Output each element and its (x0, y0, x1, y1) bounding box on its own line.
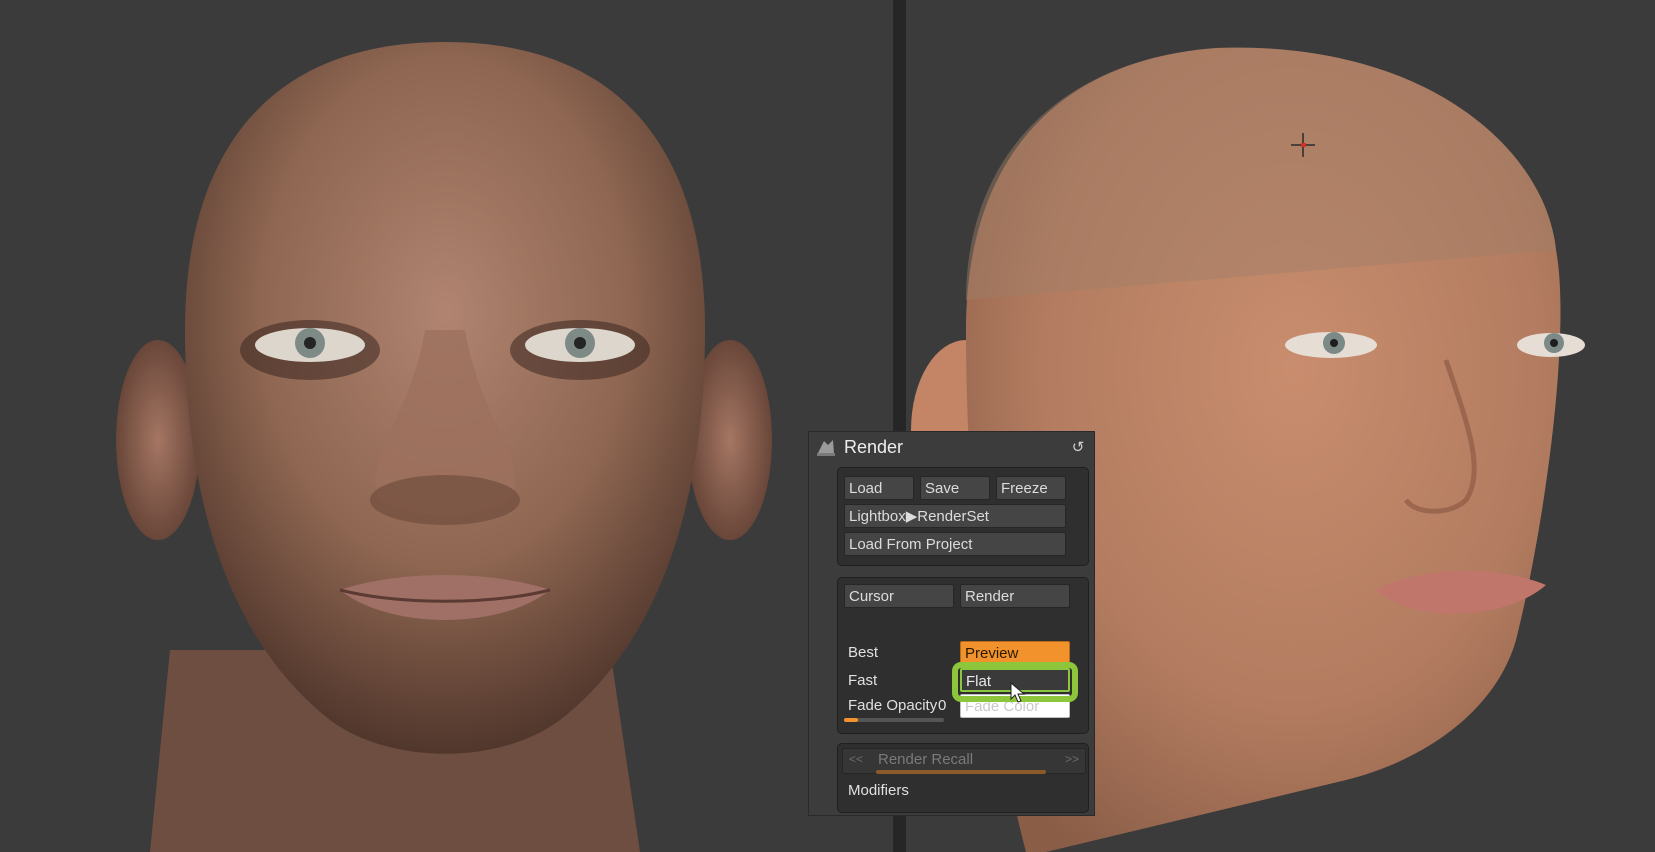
cursor-button[interactable]: Cursor (844, 584, 954, 608)
best-label: Best (848, 644, 879, 661)
load-from-project-button[interactable]: Load From Project (844, 532, 1066, 556)
render-palette-header[interactable]: Render ↺ (809, 432, 1094, 462)
freeze-button[interactable]: Freeze (996, 476, 1066, 500)
left-viewport-canvas[interactable] (0, 0, 893, 852)
render-mode-group: Cursor Render Best Preview Fast Flat Fad… (837, 577, 1089, 734)
render-recall-group: << Render Recall >> Modifiers (837, 743, 1089, 813)
crosshair-icon (1291, 133, 1315, 157)
lightbox-renderset-button[interactable]: Lightbox▶RenderSet (844, 504, 1066, 528)
render-recall-slider[interactable] (876, 770, 1046, 774)
render-palette-icon (817, 440, 835, 456)
fast-label: Fast (848, 672, 878, 689)
render-recall-next-button[interactable]: >> (1065, 752, 1079, 766)
palette-title: Render (844, 437, 904, 457)
mouse-pointer-icon (1010, 682, 1026, 703)
sculpted-head-render (116, 42, 772, 852)
render-recall-row: << Render Recall >> (842, 748, 1086, 774)
reset-icon[interactable]: ↺ (1070, 440, 1086, 456)
fade-opacity-label: Fade Opacity (848, 697, 938, 714)
fade-opacity-slider[interactable] (844, 718, 944, 722)
render-button[interactable]: Render (960, 584, 1070, 608)
modifiers-subpalette[interactable]: Modifiers (848, 782, 909, 799)
render-palette: Render ↺ Load Save Freeze Lightbox▶Rende… (809, 432, 1094, 815)
save-button[interactable]: Save (920, 476, 990, 500)
render-recall-prev-button[interactable]: << (849, 752, 863, 766)
zbrush-workspace: Render ↺ Load Save Freeze Lightbox▶Rende… (0, 0, 1655, 852)
fade-opacity-slider-fill (844, 718, 858, 722)
render-recall-label: Render Recall (878, 751, 974, 768)
load-button[interactable]: Load (844, 476, 914, 500)
file-button-group: Load Save Freeze Lightbox▶RenderSet Load… (837, 467, 1089, 566)
fade-opacity-value: 0 (938, 697, 947, 714)
